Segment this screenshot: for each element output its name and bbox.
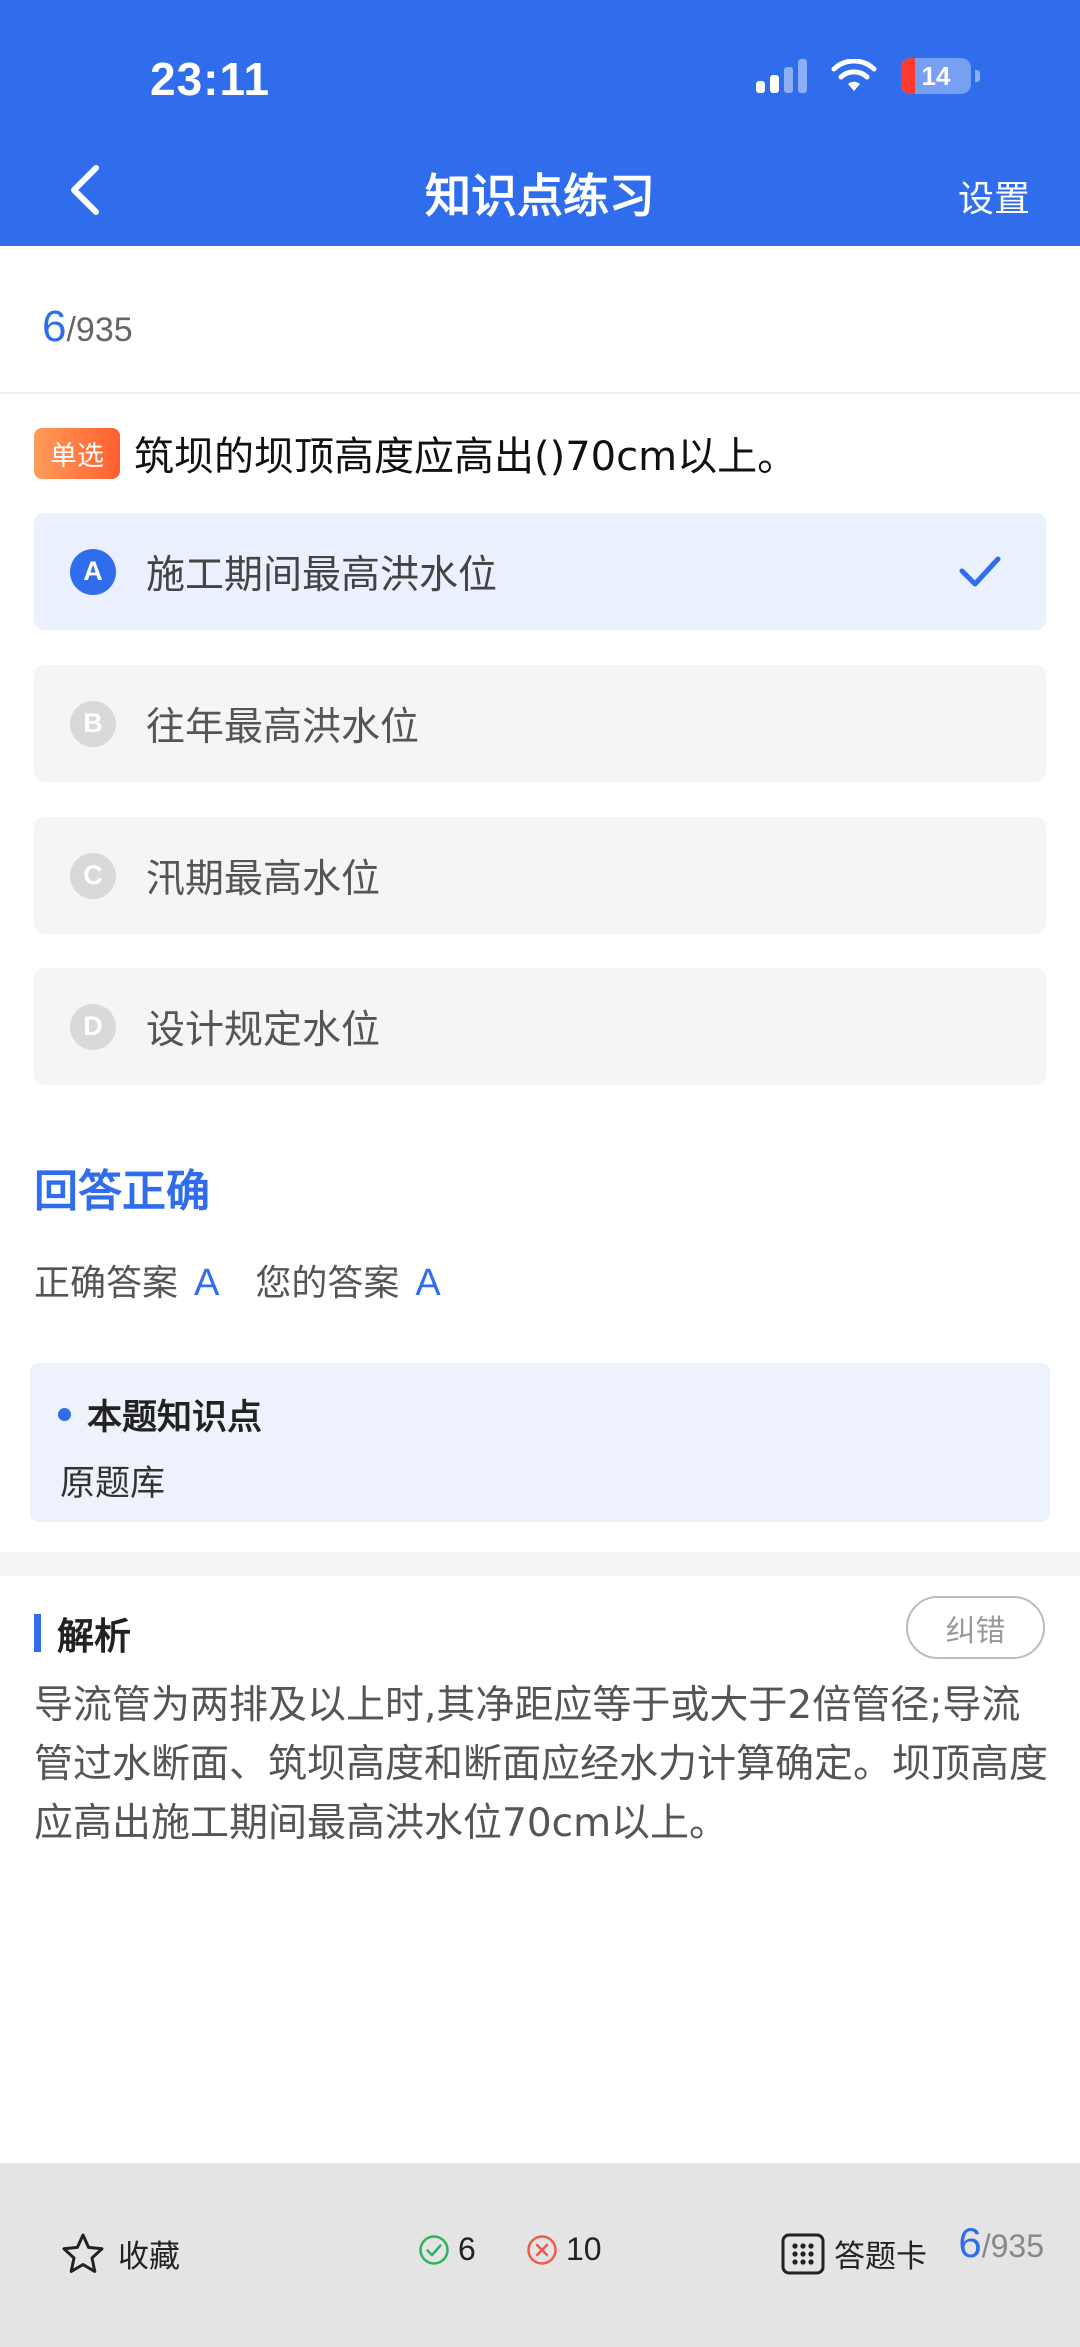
knowledge-point-title: 本题知识点 — [87, 1398, 263, 1438]
bottom-progress-current: 6 — [958, 2219, 982, 2266]
answer-card-label: 答题卡 — [834, 2239, 927, 2275]
option-text: 汛期最高水位 — [146, 856, 381, 902]
result-title: 回答正确 — [34, 1166, 210, 1217]
check-icon — [959, 556, 1001, 587]
status-icons: 14 — [756, 58, 980, 94]
question-progress: 6/935 — [42, 302, 133, 352]
knowledge-point-heading: 本题知识点 — [58, 1389, 262, 1440]
wrong-count-value: 10 — [566, 2231, 602, 2267]
analysis-text: 导流管为两排及以上时,其净距应等于或大于2倍管径;导流管过水断面、筑坝高度和断面… — [34, 1683, 1049, 1846]
option-a[interactable]: A 施工期间最高洪水位 — [34, 513, 1046, 630]
option-d[interactable]: D 设计规定水位 — [34, 968, 1046, 1085]
cellular-signal-icon — [756, 59, 807, 93]
bottom-progress-total: /935 — [981, 2228, 1044, 2264]
answer-summary: 正确答案 A 您的答案 A — [34, 1254, 477, 1306]
correct-count: 6 — [418, 2231, 476, 2268]
settings-button[interactable]: 设置 — [958, 170, 1030, 222]
heading-accent-bar — [34, 1614, 41, 1652]
favorite-label: 收藏 — [118, 2239, 180, 2275]
page-title: 知识点练习 — [425, 169, 655, 223]
question-type-badge: 单选 — [34, 427, 120, 479]
status-time: 23:11 — [150, 53, 271, 105]
option-letter: B — [70, 700, 116, 747]
progress-total: /935 — [66, 311, 133, 349]
question-text: 筑坝的坝顶高度应高出()70cm以上。 — [134, 434, 798, 480]
progress-current: 6 — [42, 302, 67, 351]
option-letter: A — [70, 548, 116, 595]
answer-card-button[interactable]: 答题卡 — [780, 2231, 927, 2276]
option-c[interactable]: C 汛期最高水位 — [34, 817, 1046, 934]
your-answer-value: A — [415, 1262, 441, 1304]
correct-count-value: 6 — [458, 2231, 476, 2267]
option-letter: D — [70, 1003, 116, 1050]
report-error-button[interactable]: 纠错 — [906, 1596, 1045, 1659]
option-text: 设计规定水位 — [146, 1007, 381, 1053]
knowledge-point-content: 原题库 — [60, 1464, 166, 1504]
grid-icon — [781, 2233, 825, 2274]
knowledge-point-card: 本题知识点 原题库 — [30, 1363, 1050, 1522]
x-circle-icon — [527, 2234, 557, 2265]
bullet-dot — [58, 1408, 71, 1421]
section-separator — [0, 1552, 1080, 1576]
your-answer-label: 您的答案 — [255, 1263, 400, 1304]
analysis-heading: 解析 — [34, 1606, 131, 1660]
battery-icon: 14 — [901, 58, 971, 94]
divider — [0, 392, 1080, 394]
wifi-icon — [831, 59, 877, 91]
correct-answer-label: 正确答案 — [34, 1263, 179, 1304]
correct-answer-value: A — [194, 1262, 220, 1304]
option-b[interactable]: B 往年最高洪水位 — [34, 665, 1046, 782]
analysis-title: 解析 — [57, 1615, 131, 1658]
question-stem: 单选 筑坝的坝顶高度应高出()70cm以上。 — [34, 424, 1050, 482]
battery-cap — [975, 70, 980, 82]
app-header: 23:11 14 知识点练习 设置 — [0, 0, 1080, 246]
wrong-count: 10 — [526, 2231, 602, 2268]
option-text: 往年最高洪水位 — [146, 704, 420, 750]
option-letter: C — [70, 852, 116, 899]
star-icon — [62, 2233, 104, 2273]
battery-level: 14 — [921, 60, 951, 91]
option-text: 施工期间最高洪水位 — [146, 552, 498, 598]
check-circle-icon — [419, 2234, 449, 2265]
favorite-button[interactable]: 收藏 — [60, 2231, 180, 2276]
bottom-progress: 6/935 — [958, 2219, 1044, 2267]
bottom-toolbar: 收藏 6 10 答题卡 6/935 — [0, 2163, 1080, 2347]
